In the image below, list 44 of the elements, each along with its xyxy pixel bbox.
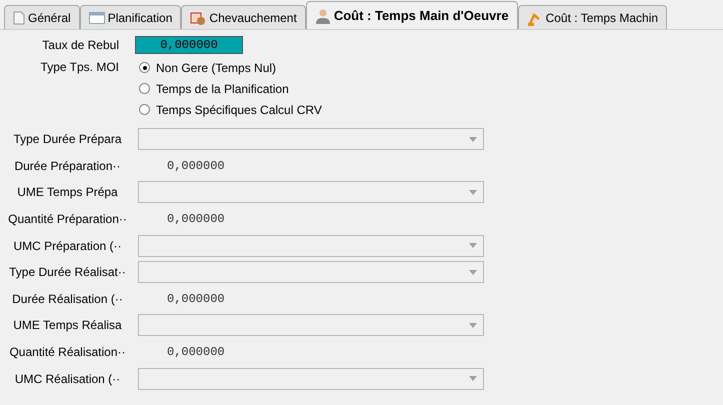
- number-value: 0,000000: [167, 158, 225, 175]
- dropdown[interactable]: [138, 234, 484, 257]
- number-value: 0,000000: [167, 344, 225, 362]
- field-label: UME Temps Prépa: [16, 184, 119, 202]
- field-label: Type Tps. MOI: [40, 59, 120, 76]
- radio-option[interactable]: Temps de la Planification: [135, 78, 322, 99]
- input-field[interactable]: 0,000000: [135, 36, 243, 54]
- calendar-icon: [88, 12, 105, 24]
- dropdown[interactable]: [138, 128, 484, 150]
- dropdown[interactable]: [138, 181, 484, 204]
- radio-icon[interactable]: [139, 62, 150, 73]
- radio-icon[interactable]: [139, 104, 150, 115]
- caret-icon: [469, 243, 477, 248]
- document-icon: [13, 10, 25, 24]
- person-icon: [314, 8, 331, 24]
- dropdown[interactable]: [138, 368, 484, 390]
- field-label: UMC Réalisation (··: [14, 370, 122, 388]
- number-value: 0,000000: [167, 290, 225, 308]
- cards-icon: [190, 10, 206, 24]
- number-value: 0,000000: [167, 211, 225, 228]
- field-label: Type Durée Prépara: [12, 131, 123, 148]
- dropdown[interactable]: [138, 314, 484, 336]
- caret-icon: [469, 136, 477, 142]
- tab[interactable]: Général: [4, 5, 80, 29]
- field-label: Durée Préparation··: [13, 158, 122, 175]
- caret-icon: [469, 190, 477, 195]
- tab[interactable]: Chevauchement: [181, 5, 306, 29]
- caret-icon: [469, 270, 477, 275]
- field-label: Taux de Rebul: [41, 37, 120, 54]
- caret-icon: [469, 322, 477, 328]
- caret-icon: [469, 376, 477, 382]
- dropdown[interactable]: [138, 261, 484, 284]
- field-label: Quantité Préparation··: [7, 211, 128, 228]
- field-label: UME Temps Réalisa: [12, 317, 123, 334]
- radio-icon[interactable]: [139, 83, 150, 94]
- field-label: UMC Préparation (··: [12, 238, 123, 255]
- radio-option[interactable]: Temps Spécifiques Calcul CRV: [135, 99, 322, 120]
- field-label: Type Durée Réalisat··: [8, 264, 127, 282]
- tab[interactable]: Coût : Temps Machin: [518, 5, 668, 29]
- field-label: Durée Réalisation (··: [11, 290, 124, 308]
- radio-option[interactable]: Non Gere (Temps Nul): [135, 57, 322, 78]
- tab[interactable]: Coût : Temps Main d'Oeuvre: [306, 1, 518, 29]
- field-label: Quantité Réalisation··: [8, 344, 127, 362]
- tab[interactable]: Planification: [80, 5, 182, 29]
